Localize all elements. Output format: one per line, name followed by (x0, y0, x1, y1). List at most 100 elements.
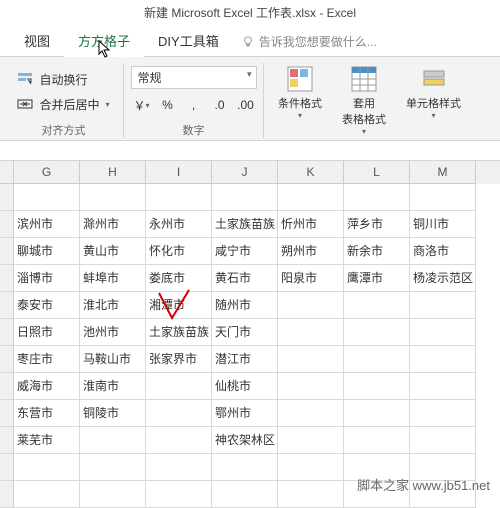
row-header[interactable] (0, 238, 14, 265)
cell[interactable] (344, 346, 410, 373)
cell[interactable] (278, 346, 344, 373)
format-as-table-button[interactable]: 套用 表格格式▾ (334, 63, 394, 138)
row-header[interactable] (0, 454, 14, 481)
cell[interactable]: 张家界市 (146, 346, 212, 373)
cell[interactable] (14, 454, 80, 481)
cell[interactable] (278, 373, 344, 400)
tab-diy[interactable]: DIY工具箱 (144, 27, 233, 56)
cell[interactable] (410, 292, 476, 319)
merge-center-button[interactable]: 合并后居中 ▾ (13, 94, 113, 115)
cell[interactable] (278, 292, 344, 319)
cell[interactable]: 怀化市 (146, 238, 212, 265)
cell[interactable]: 蚌埠市 (80, 265, 146, 292)
col-header[interactable]: K (278, 161, 344, 184)
row-header[interactable] (0, 184, 14, 211)
cell[interactable] (80, 454, 146, 481)
cell[interactable]: 天门市 (212, 319, 278, 346)
cell[interactable]: 滁州市 (80, 211, 146, 238)
cell[interactable] (410, 373, 476, 400)
cell[interactable] (278, 319, 344, 346)
col-header[interactable]: J (212, 161, 278, 184)
cell[interactable]: 永州市 (146, 211, 212, 238)
cell[interactable]: 土家族苗族自 (146, 319, 212, 346)
cell[interactable] (146, 184, 212, 211)
cell[interactable] (344, 427, 410, 454)
cell[interactable]: 仙桃市 (212, 373, 278, 400)
cell[interactable]: 滨州市 (14, 211, 80, 238)
cell[interactable] (14, 184, 80, 211)
cell[interactable] (278, 184, 344, 211)
cell[interactable] (278, 454, 344, 481)
cell[interactable]: 铜陵市 (80, 400, 146, 427)
cell[interactable] (14, 481, 80, 508)
percent-button[interactable]: % (157, 95, 179, 115)
cell[interactable] (146, 373, 212, 400)
col-header[interactable]: I (146, 161, 212, 184)
cell[interactable]: 枣庄市 (14, 346, 80, 373)
cell[interactable]: 淮北市 (80, 292, 146, 319)
cell[interactable] (278, 481, 344, 508)
cell[interactable]: 铜川市 (410, 211, 476, 238)
cell[interactable]: 泰安市 (14, 292, 80, 319)
cell[interactable] (146, 427, 212, 454)
row-header[interactable] (0, 265, 14, 292)
cell[interactable] (212, 481, 278, 508)
cell[interactable] (410, 319, 476, 346)
cell[interactable] (212, 454, 278, 481)
cell-styles-button[interactable]: 单元格样式▾ (398, 63, 469, 138)
cell[interactable]: 威海市 (14, 373, 80, 400)
col-header[interactable]: M (410, 161, 476, 184)
cell[interactable]: 池州市 (80, 319, 146, 346)
cell[interactable] (278, 400, 344, 427)
decimal-increase-button[interactable]: .0 (209, 95, 231, 115)
cell[interactable]: 朔州市 (278, 238, 344, 265)
cell[interactable] (344, 373, 410, 400)
wrap-text-button[interactable]: 自动换行 (13, 69, 113, 90)
cell[interactable] (80, 427, 146, 454)
row-header[interactable] (0, 427, 14, 454)
cell[interactable] (344, 292, 410, 319)
cell[interactable]: 神农架林区 (212, 427, 278, 454)
currency-button[interactable]: ￥▾ (131, 95, 153, 115)
select-all-corner[interactable] (0, 161, 14, 184)
cell[interactable] (410, 400, 476, 427)
cell[interactable] (344, 319, 410, 346)
tab-ffgz[interactable]: 方方格子 (64, 27, 144, 56)
cell[interactable]: 潜江市 (212, 346, 278, 373)
cell[interactable]: 湘潭市 (146, 292, 212, 319)
cell[interactable] (146, 481, 212, 508)
cell[interactable]: 黄山市 (80, 238, 146, 265)
cell[interactable]: 鹰潭市 (344, 265, 410, 292)
cell[interactable] (80, 481, 146, 508)
cell[interactable]: 阳泉市 (278, 265, 344, 292)
col-header[interactable]: L (344, 161, 410, 184)
cell[interactable]: 日照市 (14, 319, 80, 346)
formula-bar[interactable] (0, 141, 500, 161)
row-header[interactable] (0, 481, 14, 508)
cell[interactable]: 随州市 (212, 292, 278, 319)
row-header[interactable] (0, 292, 14, 319)
cell[interactable] (146, 454, 212, 481)
row-header[interactable] (0, 373, 14, 400)
row-header[interactable] (0, 346, 14, 373)
cell[interactable]: 娄底市 (146, 265, 212, 292)
cell[interactable]: 聊城市 (14, 238, 80, 265)
conditional-format-button[interactable]: 条件格式▾ (270, 63, 330, 138)
number-format-dropdown[interactable]: 常规 (131, 66, 257, 89)
cell[interactable] (212, 184, 278, 211)
row-header[interactable] (0, 319, 14, 346)
cell[interactable]: 黄石市 (212, 265, 278, 292)
cell[interactable]: 东营市 (14, 400, 80, 427)
cell[interactable]: 淮南市 (80, 373, 146, 400)
tell-me-search[interactable]: 告诉我您想要做什么... (233, 27, 385, 56)
cell[interactable] (410, 427, 476, 454)
cell[interactable]: 忻州市 (278, 211, 344, 238)
cell[interactable]: 新余市 (344, 238, 410, 265)
comma-button[interactable]: , (183, 95, 205, 115)
cell[interactable]: 鄂州市 (212, 400, 278, 427)
cell[interactable]: 土家族苗族自 (212, 211, 278, 238)
col-header[interactable]: G (14, 161, 80, 184)
cell[interactable]: 杨凌示范区 (410, 265, 476, 292)
cell[interactable]: 淄博市 (14, 265, 80, 292)
cell[interactable] (80, 184, 146, 211)
